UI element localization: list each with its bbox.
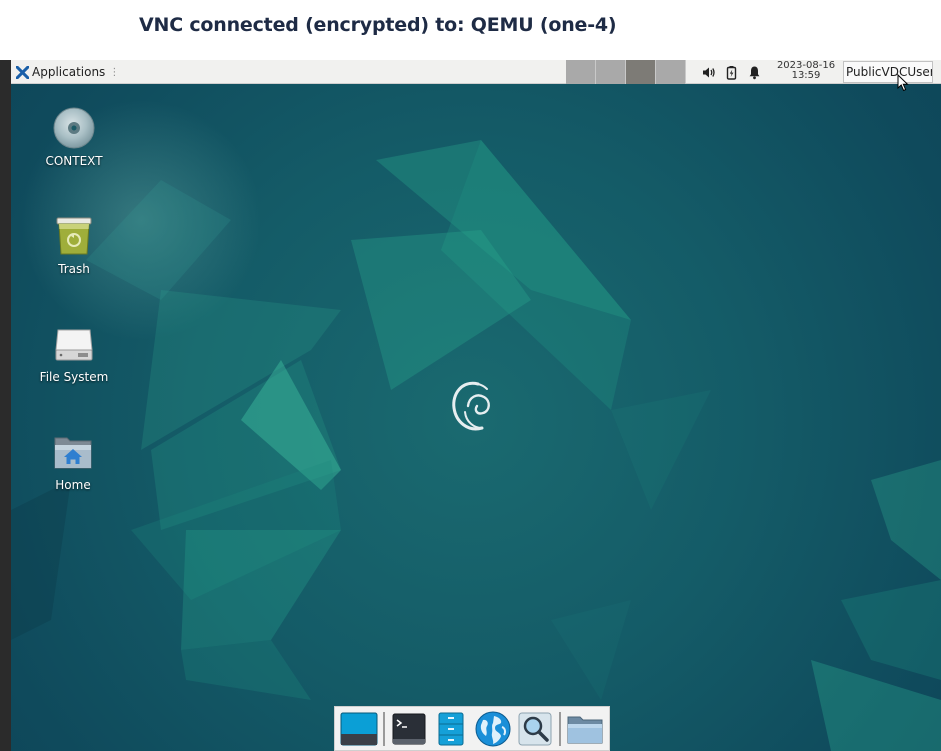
applications-menu-button[interactable]: Applications ⋮: [13, 62, 121, 82]
desktop-icon-label: CONTEXT: [45, 154, 103, 168]
desktop-icon-trash[interactable]: Trash: [19, 214, 129, 276]
workspace-switcher: [566, 60, 686, 84]
mouse-pointer-icon: [897, 74, 909, 92]
dock-app-finder[interactable]: [514, 708, 556, 750]
debian-logo-icon: [452, 381, 490, 431]
bottom-dock: [334, 706, 610, 751]
file-manager-icon: [438, 712, 464, 745]
dock-folder[interactable]: [564, 708, 606, 750]
folder-icon: [567, 716, 603, 743]
web-browser-icon: [475, 711, 511, 746]
vnc-header: VNC connected (encrypted) to: QEMU (one-…: [0, 0, 941, 60]
dock-web-browser[interactable]: [472, 708, 514, 750]
remote-desktop[interactable]: Applications ⋮ 2023-08-16 13:59 PublicVD…: [11, 60, 941, 751]
system-tray: [701, 60, 762, 84]
vnc-connection-title: VNC connected (encrypted) to: QEMU (one-…: [139, 14, 617, 36]
volume-icon[interactable]: [701, 65, 716, 80]
top-panel: Applications ⋮ 2023-08-16 13:59 PublicVD…: [11, 60, 941, 84]
desktop-icon-home[interactable]: Home: [18, 430, 128, 492]
workspace-4[interactable]: [656, 60, 686, 84]
panel-clock[interactable]: 2023-08-16 13:59: [775, 61, 837, 81]
show-desktop-icon: [340, 712, 378, 745]
drive-icon: [55, 329, 93, 361]
dock-show-desktop[interactable]: [338, 708, 380, 750]
desktop-icon-label: Home: [55, 478, 91, 492]
desktop-icon-label: File System: [39, 370, 109, 384]
trash-icon: [56, 217, 92, 255]
desktop-icon-label: Trash: [58, 262, 90, 276]
applications-label: Applications: [32, 65, 106, 79]
dock-separator: [383, 711, 385, 746]
home-folder-icon: [54, 437, 92, 469]
dock-separator: [559, 711, 561, 746]
notification-bell-icon[interactable]: [747, 65, 762, 80]
screen-frame-border: [0, 60, 11, 751]
app-finder-icon: [518, 712, 552, 745]
xfce-logo-icon: [16, 65, 29, 79]
workspace-3[interactable]: [626, 60, 656, 84]
workspace-2[interactable]: [596, 60, 626, 84]
workspace-1[interactable]: [566, 60, 596, 84]
desktop-icon-file-system[interactable]: File System: [19, 322, 129, 384]
clock-time: 13:59: [791, 70, 821, 81]
cd-icon: [53, 107, 95, 149]
battery-icon[interactable]: [724, 65, 739, 80]
panel-handle-icon[interactable]: ⋮: [109, 67, 119, 78]
desktop-icon-context[interactable]: CONTEXT: [19, 106, 129, 168]
terminal-icon: [392, 713, 426, 744]
user-menu-button[interactable]: PublicVDCUser: [843, 61, 933, 83]
dock-terminal[interactable]: [388, 708, 430, 750]
dock-file-manager[interactable]: [430, 708, 472, 750]
